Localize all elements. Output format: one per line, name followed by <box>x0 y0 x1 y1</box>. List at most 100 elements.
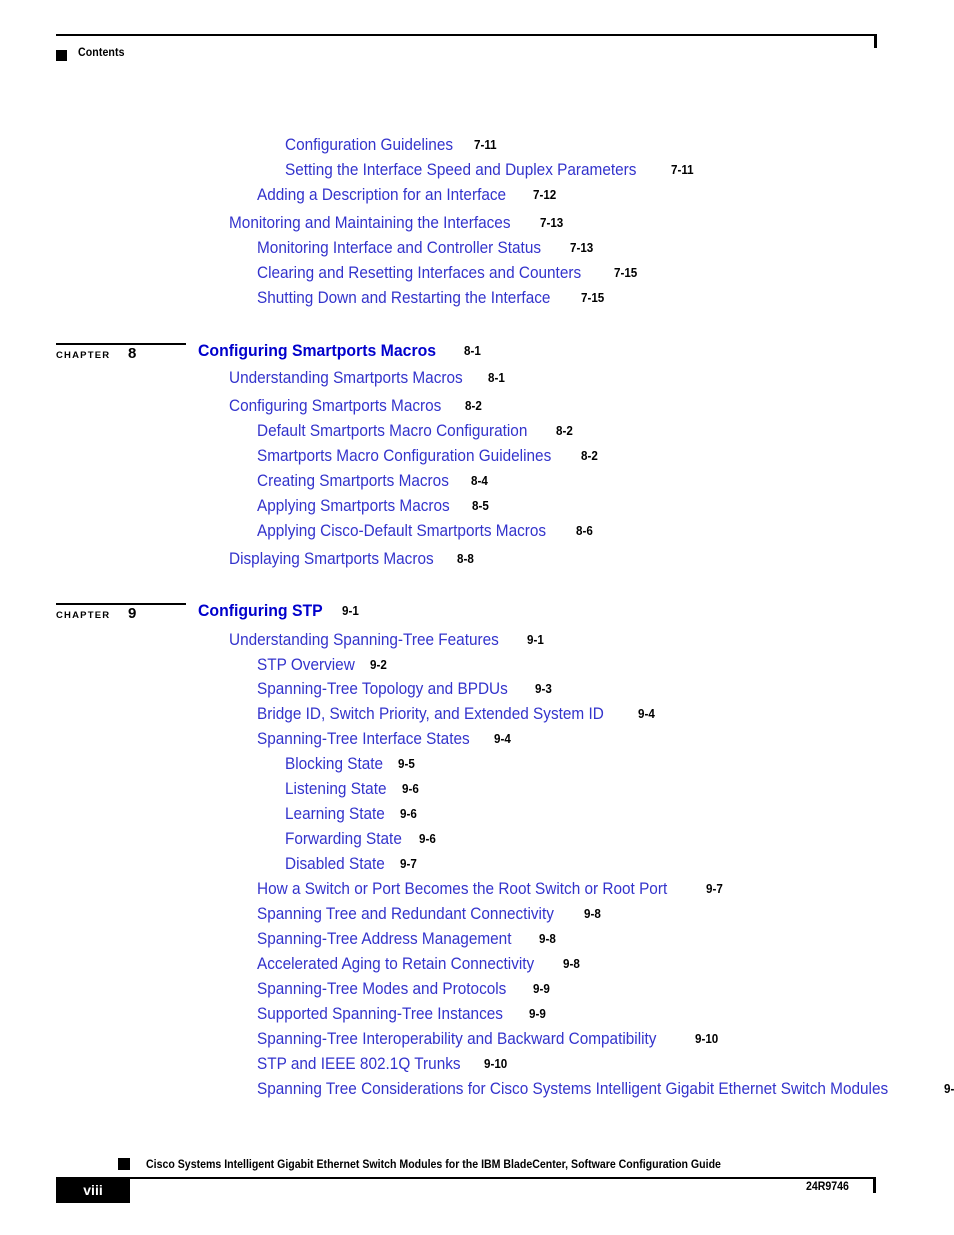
toc-entry-title[interactable]: Spanning Tree Considerations for Cisco S… <box>257 1081 888 1098</box>
chapter-marker-rule <box>56 603 186 605</box>
toc-entry-title[interactable]: Displaying Smartports Macros <box>229 551 434 568</box>
toc-entry[interactable]: STP Overview 9-2 <box>257 657 388 674</box>
toc-entry[interactable]: Blocking State 9-5 <box>285 756 417 773</box>
toc-entry[interactable]: Monitoring and Maintaining the Interface… <box>229 215 565 232</box>
toc-entry-title[interactable]: Monitoring Interface and Controller Stat… <box>257 240 541 257</box>
toc-entry-page: 9-1 <box>342 604 359 618</box>
toc-entry-title[interactable]: Applying Smartports Macros <box>257 498 450 515</box>
toc-entry-title[interactable]: Configuring Smartports Macros <box>198 342 436 359</box>
footer-rule <box>118 1177 876 1179</box>
toc-entry-title[interactable]: STP Overview <box>257 657 355 674</box>
toc-entry-title[interactable]: Understanding Spanning-Tree Features <box>229 632 499 649</box>
toc-entry-title[interactable]: Accelerated Aging to Retain Connectivity <box>257 956 534 973</box>
toc-entry[interactable]: Monitoring Interface and Controller Stat… <box>257 240 595 257</box>
chapter-marker-number: 8 <box>128 345 137 362</box>
toc-entry-page: 9-7 <box>400 857 418 871</box>
toc-entry[interactable]: Applying Smartports Macros 8-5 <box>257 498 490 515</box>
toc-entry-title[interactable]: Spanning-Tree Address Management <box>257 931 511 948</box>
toc-entry-title[interactable]: Applying Cisco-Default Smartports Macros <box>257 523 546 540</box>
toc-entry-title[interactable]: Monitoring and Maintaining the Interface… <box>229 215 510 232</box>
toc-entry-title[interactable]: How a Switch or Port Becomes the Root Sw… <box>257 881 667 898</box>
toc-entry-page: 7-11 <box>670 163 694 177</box>
header-rule <box>56 34 876 36</box>
toc-entry[interactable]: Forwarding State 9-6 <box>285 831 437 848</box>
toc-entry-title[interactable]: Configuration Guidelines <box>285 137 453 154</box>
toc-entry-page: 9-10 <box>694 1032 718 1046</box>
toc-entry[interactable]: Understanding Spanning-Tree Features 9-1 <box>229 632 545 649</box>
toc-chapter-entry[interactable]: Configuring STP 9-1 <box>198 602 360 620</box>
toc-entry[interactable]: Listening State 9-6 <box>285 781 420 798</box>
toc-entry-title[interactable]: Spanning-Tree Interoperability and Backw… <box>257 1031 656 1048</box>
toc-entry-title[interactable]: Smartports Macro Configuration Guideline… <box>257 448 551 465</box>
toc-entry[interactable]: Adding a Description for an Interface 7-1… <box>257 187 558 204</box>
header-right-tick <box>874 34 877 48</box>
toc-entry-title[interactable]: Shutting Down and Restarting the Interfa… <box>257 290 550 307</box>
toc-entry[interactable]: Spanning-Tree Interface States 9-4 <box>257 731 512 748</box>
toc-entry[interactable]: Learning State 9-6 <box>285 806 418 823</box>
toc-entry-page: 7-15 <box>580 291 604 305</box>
page-header: Contents <box>0 34 954 68</box>
toc-entry[interactable]: How a Switch or Port Becomes the Root Sw… <box>257 881 724 898</box>
toc-entry-title[interactable]: Supported Spanning-Tree Instances <box>257 1006 503 1023</box>
toc-entry-page: 9-6 <box>418 832 436 846</box>
toc-entry[interactable]: Default Smartports Macro Configuration 8-… <box>257 423 574 440</box>
toc-entry[interactable]: Creating Smartports Macros 8-4 <box>257 473 489 490</box>
toc-entry-title[interactable]: Forwarding State <box>285 831 402 848</box>
toc-entry-page: 9-9 <box>529 1007 547 1021</box>
toc-entry[interactable]: Smartports Macro Configuration Guideline… <box>257 448 599 465</box>
toc-entry-page: 9-9 <box>533 982 550 996</box>
toc-entry[interactable]: Accelerated Aging to Retain Connectivity… <box>257 956 581 973</box>
toc-entry-title[interactable]: Bridge ID, Switch Priority, and Extended… <box>257 706 604 723</box>
toc-entry-title[interactable]: Default Smartports Macro Configuration <box>257 423 527 440</box>
toc-entry-page: 7-15 <box>613 266 637 280</box>
toc-entry[interactable]: Bridge ID, Switch Priority, and Extended… <box>257 706 656 723</box>
toc-entry-title[interactable]: Spanning-Tree Modes and Protocols <box>257 981 506 998</box>
toc-entry[interactable]: Disabled State 9-7 <box>285 856 418 873</box>
toc-entry-title[interactable]: Spanning-Tree Interface States <box>257 731 470 748</box>
toc-entry[interactable]: Understanding Smartports Macros 8-1 <box>229 370 506 387</box>
toc-entry-page: 8-2 <box>555 424 573 438</box>
toc-entry-title[interactable]: Spanning-Tree Topology and BPDUs <box>257 681 508 698</box>
toc-entry-page: 9-8 <box>584 907 602 921</box>
toc-entry-title[interactable]: Clearing and Resetting Interfaces and Co… <box>257 265 581 282</box>
toc-entry[interactable]: Configuration Guidelines 7-11 <box>285 137 498 154</box>
toc-entry[interactable]: Spanning-Tree Modes and Protocols 9-9 <box>257 981 551 998</box>
toc-entry-title[interactable]: Understanding Smartports Macros <box>229 370 463 387</box>
footer-square-icon <box>118 1158 130 1170</box>
toc-entry-title[interactable]: Creating Smartports Macros <box>257 473 449 490</box>
toc-entry-page: 8-1 <box>463 344 481 358</box>
toc-entry[interactable]: Spanning-Tree Interoperability and Backw… <box>257 1031 720 1048</box>
toc-entry-title[interactable]: Configuring STP <box>198 602 323 619</box>
toc-entry[interactable]: Displaying Smartports Macros 8-8 <box>229 551 475 568</box>
toc-entry-page: 9-1 <box>527 633 544 647</box>
toc-chapter-entry[interactable]: Configuring Smartports Macros 8-1 <box>198 342 482 360</box>
toc-entry[interactable]: Clearing and Resetting Interfaces and Co… <box>257 265 639 282</box>
toc-entry-title[interactable]: Spanning Tree and Redundant Connectivity <box>257 906 554 923</box>
toc-entry[interactable]: Spanning-Tree Topology and BPDUs 9-3 <box>257 681 553 698</box>
toc-entry[interactable]: Spanning Tree Considerations for Cisco S… <box>257 1081 954 1098</box>
chapter-marker-number: 9 <box>128 605 137 622</box>
chapter-marker-rule <box>56 343 186 345</box>
toc-entry-title[interactable]: Configuring Smartports Macros <box>229 398 441 415</box>
toc-entry-title[interactable]: Learning State <box>285 806 385 823</box>
toc-entry-page: 9-4 <box>493 732 511 746</box>
toc-entry-page: 9-8 <box>538 932 556 946</box>
toc-entry[interactable]: Configuring Smartports Macros 8-2 <box>229 398 483 415</box>
toc-entry-title[interactable]: Adding a Description for an Interface <box>257 187 506 204</box>
toc-entry-title[interactable]: Listening State <box>285 781 387 798</box>
toc-entry[interactable]: Supported Spanning-Tree Instances 9-9 <box>257 1006 548 1023</box>
toc-entry-page: 9-2 <box>370 658 387 672</box>
toc-entry-title[interactable]: Setting the Interface Speed and Duplex P… <box>285 162 636 179</box>
toc-entry[interactable]: STP and IEEE 802.1Q Trunks 9-10 <box>257 1056 509 1073</box>
toc-entry[interactable]: Spanning-Tree Address Management 9-8 <box>257 931 557 948</box>
toc-entry-page: 8-6 <box>575 524 593 538</box>
toc-entry-title[interactable]: STP and IEEE 802.1Q Trunks <box>257 1056 461 1073</box>
toc-entry[interactable]: Spanning Tree and Redundant Connectivity… <box>257 906 602 923</box>
toc-entry-title[interactable]: Disabled State <box>285 856 385 873</box>
toc-entry-title[interactable]: Blocking State <box>285 756 383 773</box>
toc-entry[interactable]: Setting the Interface Speed and Duplex P… <box>285 162 695 179</box>
toc-entry[interactable]: Applying Cisco-Default Smartports Macros… <box>257 523 594 540</box>
toc-entry-page: 9-5 <box>398 757 416 771</box>
toc-entry-page: 9-6 <box>400 807 418 821</box>
toc-entry[interactable]: Shutting Down and Restarting the Interfa… <box>257 290 606 307</box>
